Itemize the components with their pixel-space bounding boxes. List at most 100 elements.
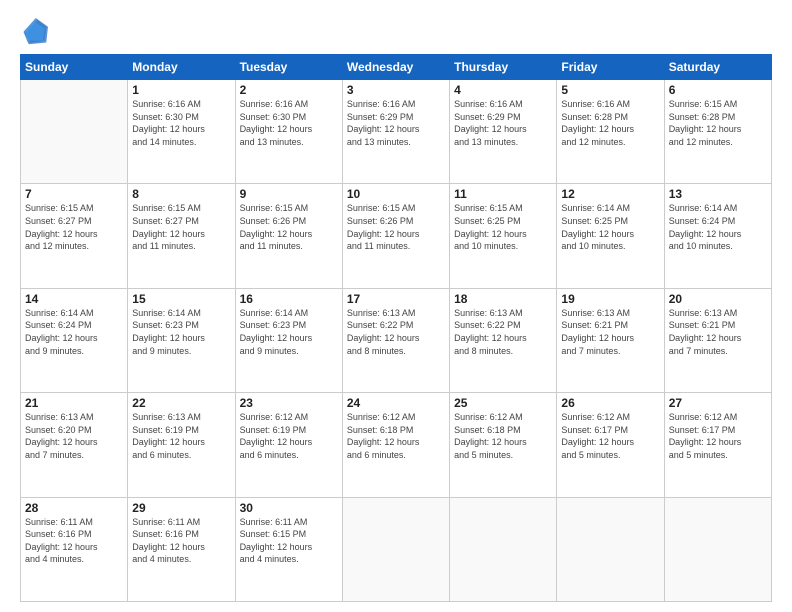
day-info: Sunrise: 6:13 AM Sunset: 6:22 PM Dayligh… <box>454 307 552 357</box>
week-row-1: 7Sunrise: 6:15 AM Sunset: 6:27 PM Daylig… <box>21 184 772 288</box>
calendar-cell: 30Sunrise: 6:11 AM Sunset: 6:15 PM Dayli… <box>235 497 342 601</box>
calendar-cell: 18Sunrise: 6:13 AM Sunset: 6:22 PM Dayli… <box>450 288 557 392</box>
weekday-header-thursday: Thursday <box>450 55 557 80</box>
weekday-header-monday: Monday <box>128 55 235 80</box>
day-number: 28 <box>25 501 123 515</box>
week-row-2: 14Sunrise: 6:14 AM Sunset: 6:24 PM Dayli… <box>21 288 772 392</box>
day-info: Sunrise: 6:12 AM Sunset: 6:17 PM Dayligh… <box>669 411 767 461</box>
day-info: Sunrise: 6:16 AM Sunset: 6:28 PM Dayligh… <box>561 98 659 148</box>
day-number: 20 <box>669 292 767 306</box>
day-number: 4 <box>454 83 552 97</box>
day-number: 18 <box>454 292 552 306</box>
page: SundayMondayTuesdayWednesdayThursdayFrid… <box>0 0 792 612</box>
day-number: 1 <box>132 83 230 97</box>
day-info: Sunrise: 6:13 AM Sunset: 6:19 PM Dayligh… <box>132 411 230 461</box>
day-number: 6 <box>669 83 767 97</box>
calendar-table: SundayMondayTuesdayWednesdayThursdayFrid… <box>20 54 772 602</box>
calendar-cell: 19Sunrise: 6:13 AM Sunset: 6:21 PM Dayli… <box>557 288 664 392</box>
day-number: 14 <box>25 292 123 306</box>
calendar-cell: 17Sunrise: 6:13 AM Sunset: 6:22 PM Dayli… <box>342 288 449 392</box>
calendar-cell: 27Sunrise: 6:12 AM Sunset: 6:17 PM Dayli… <box>664 393 771 497</box>
calendar-cell: 28Sunrise: 6:11 AM Sunset: 6:16 PM Dayli… <box>21 497 128 601</box>
day-info: Sunrise: 6:14 AM Sunset: 6:24 PM Dayligh… <box>669 202 767 252</box>
day-info: Sunrise: 6:12 AM Sunset: 6:18 PM Dayligh… <box>454 411 552 461</box>
calendar-cell: 15Sunrise: 6:14 AM Sunset: 6:23 PM Dayli… <box>128 288 235 392</box>
day-number: 29 <box>132 501 230 515</box>
day-info: Sunrise: 6:13 AM Sunset: 6:21 PM Dayligh… <box>561 307 659 357</box>
calendar-cell: 13Sunrise: 6:14 AM Sunset: 6:24 PM Dayli… <box>664 184 771 288</box>
calendar-cell: 16Sunrise: 6:14 AM Sunset: 6:23 PM Dayli… <box>235 288 342 392</box>
day-info: Sunrise: 6:11 AM Sunset: 6:15 PM Dayligh… <box>240 516 338 566</box>
day-info: Sunrise: 6:14 AM Sunset: 6:24 PM Dayligh… <box>25 307 123 357</box>
calendar-cell <box>664 497 771 601</box>
calendar-cell: 29Sunrise: 6:11 AM Sunset: 6:16 PM Dayli… <box>128 497 235 601</box>
day-number: 8 <box>132 187 230 201</box>
calendar-cell: 14Sunrise: 6:14 AM Sunset: 6:24 PM Dayli… <box>21 288 128 392</box>
calendar-cell: 2Sunrise: 6:16 AM Sunset: 6:30 PM Daylig… <box>235 80 342 184</box>
day-info: Sunrise: 6:15 AM Sunset: 6:25 PM Dayligh… <box>454 202 552 252</box>
day-info: Sunrise: 6:12 AM Sunset: 6:19 PM Dayligh… <box>240 411 338 461</box>
day-number: 2 <box>240 83 338 97</box>
day-info: Sunrise: 6:11 AM Sunset: 6:16 PM Dayligh… <box>132 516 230 566</box>
calendar-cell: 6Sunrise: 6:15 AM Sunset: 6:28 PM Daylig… <box>664 80 771 184</box>
week-row-0: 1Sunrise: 6:16 AM Sunset: 6:30 PM Daylig… <box>21 80 772 184</box>
logo-icon <box>20 18 48 46</box>
calendar-cell: 21Sunrise: 6:13 AM Sunset: 6:20 PM Dayli… <box>21 393 128 497</box>
day-info: Sunrise: 6:15 AM Sunset: 6:27 PM Dayligh… <box>132 202 230 252</box>
day-number: 25 <box>454 396 552 410</box>
day-number: 13 <box>669 187 767 201</box>
weekday-header-tuesday: Tuesday <box>235 55 342 80</box>
day-number: 7 <box>25 187 123 201</box>
calendar-cell: 20Sunrise: 6:13 AM Sunset: 6:21 PM Dayli… <box>664 288 771 392</box>
day-info: Sunrise: 6:15 AM Sunset: 6:28 PM Dayligh… <box>669 98 767 148</box>
day-number: 15 <box>132 292 230 306</box>
calendar-cell: 26Sunrise: 6:12 AM Sunset: 6:17 PM Dayli… <box>557 393 664 497</box>
weekday-header-row: SundayMondayTuesdayWednesdayThursdayFrid… <box>21 55 772 80</box>
day-info: Sunrise: 6:15 AM Sunset: 6:26 PM Dayligh… <box>347 202 445 252</box>
calendar-cell: 5Sunrise: 6:16 AM Sunset: 6:28 PM Daylig… <box>557 80 664 184</box>
day-info: Sunrise: 6:16 AM Sunset: 6:29 PM Dayligh… <box>347 98 445 148</box>
calendar-cell: 12Sunrise: 6:14 AM Sunset: 6:25 PM Dayli… <box>557 184 664 288</box>
calendar-cell: 11Sunrise: 6:15 AM Sunset: 6:25 PM Dayli… <box>450 184 557 288</box>
week-row-4: 28Sunrise: 6:11 AM Sunset: 6:16 PM Dayli… <box>21 497 772 601</box>
calendar-cell <box>21 80 128 184</box>
day-number: 10 <box>347 187 445 201</box>
calendar-cell: 10Sunrise: 6:15 AM Sunset: 6:26 PM Dayli… <box>342 184 449 288</box>
day-number: 30 <box>240 501 338 515</box>
day-number: 11 <box>454 187 552 201</box>
day-number: 17 <box>347 292 445 306</box>
day-info: Sunrise: 6:14 AM Sunset: 6:23 PM Dayligh… <box>132 307 230 357</box>
day-info: Sunrise: 6:13 AM Sunset: 6:22 PM Dayligh… <box>347 307 445 357</box>
calendar-cell <box>342 497 449 601</box>
day-number: 16 <box>240 292 338 306</box>
day-info: Sunrise: 6:16 AM Sunset: 6:30 PM Dayligh… <box>132 98 230 148</box>
day-number: 24 <box>347 396 445 410</box>
day-number: 9 <box>240 187 338 201</box>
day-info: Sunrise: 6:12 AM Sunset: 6:18 PM Dayligh… <box>347 411 445 461</box>
weekday-header-saturday: Saturday <box>664 55 771 80</box>
day-number: 22 <box>132 396 230 410</box>
weekday-header-sunday: Sunday <box>21 55 128 80</box>
day-info: Sunrise: 6:15 AM Sunset: 6:27 PM Dayligh… <box>25 202 123 252</box>
calendar-cell: 24Sunrise: 6:12 AM Sunset: 6:18 PM Dayli… <box>342 393 449 497</box>
calendar-cell <box>450 497 557 601</box>
calendar-cell: 22Sunrise: 6:13 AM Sunset: 6:19 PM Dayli… <box>128 393 235 497</box>
week-row-3: 21Sunrise: 6:13 AM Sunset: 6:20 PM Dayli… <box>21 393 772 497</box>
calendar-cell: 8Sunrise: 6:15 AM Sunset: 6:27 PM Daylig… <box>128 184 235 288</box>
weekday-header-wednesday: Wednesday <box>342 55 449 80</box>
calendar-cell: 3Sunrise: 6:16 AM Sunset: 6:29 PM Daylig… <box>342 80 449 184</box>
calendar-cell <box>557 497 664 601</box>
day-info: Sunrise: 6:13 AM Sunset: 6:20 PM Dayligh… <box>25 411 123 461</box>
day-info: Sunrise: 6:11 AM Sunset: 6:16 PM Dayligh… <box>25 516 123 566</box>
day-number: 21 <box>25 396 123 410</box>
logo <box>20 18 52 46</box>
day-number: 19 <box>561 292 659 306</box>
calendar-cell: 23Sunrise: 6:12 AM Sunset: 6:19 PM Dayli… <box>235 393 342 497</box>
day-number: 12 <box>561 187 659 201</box>
calendar-cell: 7Sunrise: 6:15 AM Sunset: 6:27 PM Daylig… <box>21 184 128 288</box>
day-info: Sunrise: 6:13 AM Sunset: 6:21 PM Dayligh… <box>669 307 767 357</box>
header <box>20 18 772 46</box>
day-info: Sunrise: 6:16 AM Sunset: 6:30 PM Dayligh… <box>240 98 338 148</box>
day-info: Sunrise: 6:14 AM Sunset: 6:25 PM Dayligh… <box>561 202 659 252</box>
day-number: 27 <box>669 396 767 410</box>
